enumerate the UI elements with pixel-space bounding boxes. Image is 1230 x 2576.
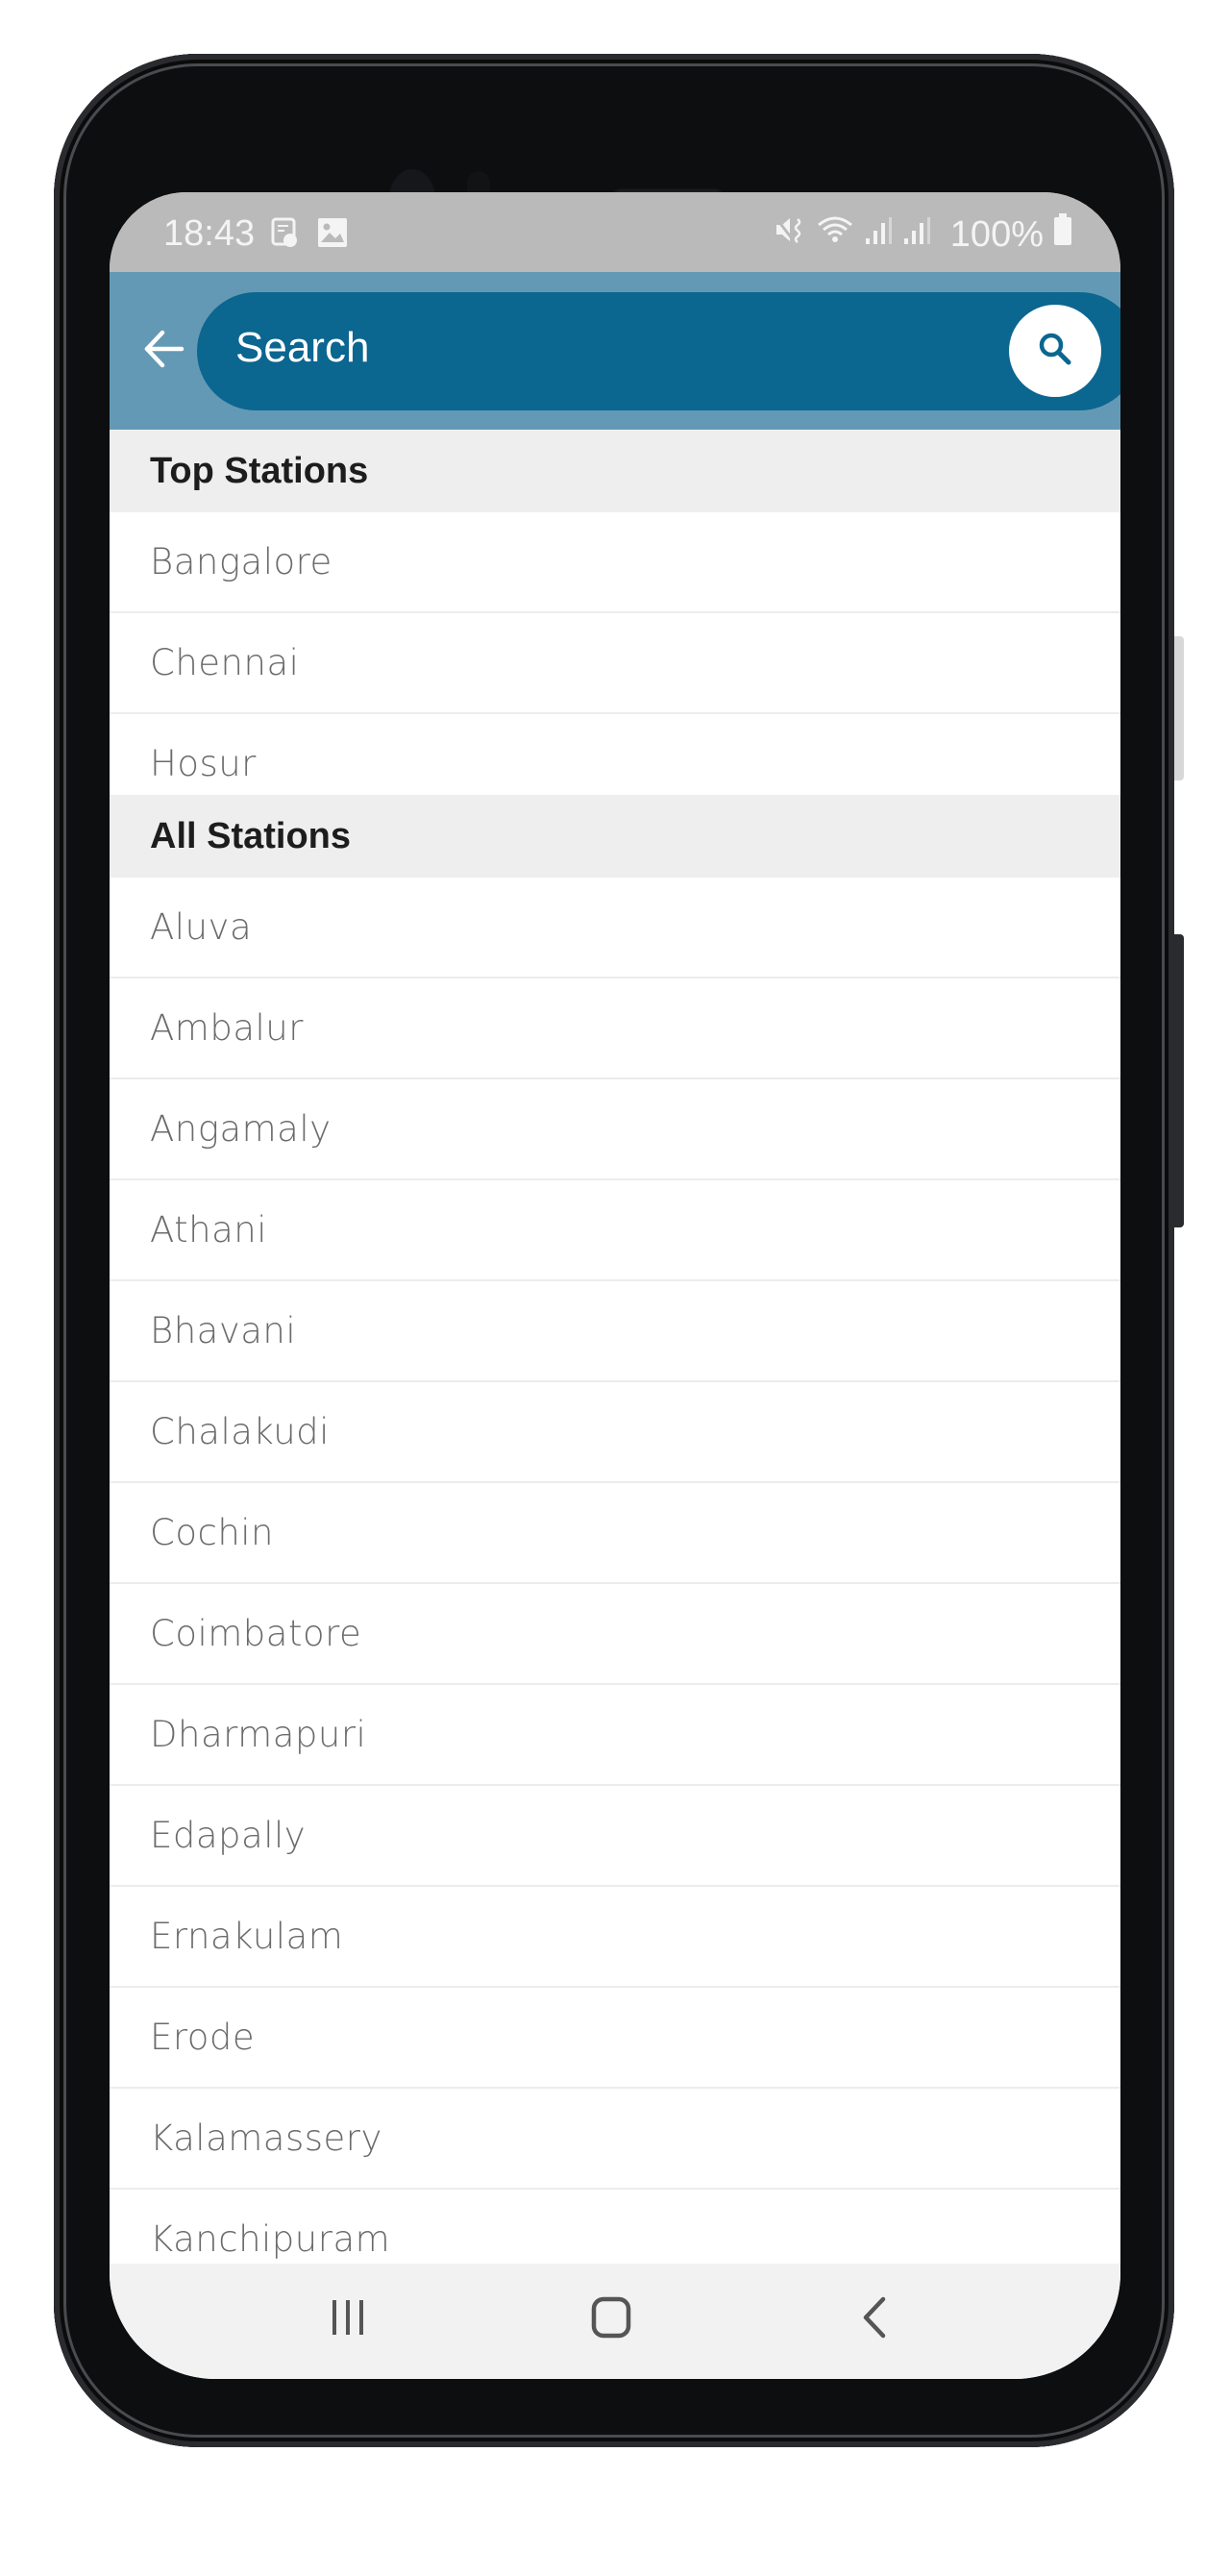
home-icon xyxy=(590,2295,632,2344)
status-time: 18:43 xyxy=(163,213,256,254)
list-item[interactable]: Ambalur xyxy=(110,978,1120,1079)
list-item[interactable]: Dharmapuri xyxy=(110,1685,1120,1786)
status-bar: 18:43 100% xyxy=(110,192,1120,272)
list-item[interactable]: Coimbatore xyxy=(110,1584,1120,1685)
list-item[interactable]: Athani xyxy=(110,1180,1120,1281)
back-button[interactable] xyxy=(133,320,194,382)
system-back-button[interactable] xyxy=(836,2291,913,2348)
list-item[interactable]: Bhavani xyxy=(110,1281,1120,1382)
search-icon xyxy=(1036,330,1074,373)
search-input[interactable] xyxy=(234,323,987,373)
app-bar xyxy=(110,272,1120,430)
battery-icon xyxy=(1053,213,1072,256)
station-list: Top Stations Bangalore Chennai Hosur All… xyxy=(110,430,1120,2264)
status-right-group: 100% xyxy=(774,213,1072,256)
list-item[interactable]: Hosur xyxy=(110,714,1120,795)
battery-percent: 100% xyxy=(949,213,1044,255)
section-header-top-stations: Top Stations xyxy=(110,430,1120,512)
section-header-all-stations: All Stations xyxy=(110,795,1120,878)
list-item[interactable]: Bangalore xyxy=(110,512,1120,613)
arrow-left-icon xyxy=(141,327,185,376)
power-button xyxy=(1174,934,1184,1227)
search-bar xyxy=(197,292,1120,410)
signal-icon xyxy=(902,214,931,256)
mute-vibrate-icon xyxy=(774,213,806,256)
task-check-icon xyxy=(271,217,298,253)
recent-apps-button[interactable] xyxy=(309,2291,386,2348)
home-button[interactable] xyxy=(573,2291,650,2348)
phone-screen: 18:43 100% Search Top Stations Bangalore… xyxy=(110,192,1120,2379)
recent-apps-icon xyxy=(329,2296,367,2343)
list-item[interactable]: Edapally xyxy=(110,1786,1120,1887)
list-item[interactable]: Erode xyxy=(110,1988,1120,2089)
image-icon xyxy=(317,217,348,253)
list-item[interactable]: Chennai xyxy=(110,613,1120,714)
list-item[interactable]: Aluva xyxy=(110,878,1120,978)
back-icon xyxy=(858,2295,891,2344)
system-nav-bar xyxy=(110,2264,1120,2379)
list-item[interactable]: Kalamassery xyxy=(110,2089,1120,2190)
signal-icon xyxy=(864,214,893,256)
list-item[interactable]: Angamaly xyxy=(110,1079,1120,1180)
list-item[interactable]: Kanchipuram xyxy=(110,2190,1120,2264)
list-item[interactable]: Cochin xyxy=(110,1483,1120,1584)
volume-button xyxy=(1174,636,1184,780)
wifi-icon xyxy=(816,213,854,256)
list-item[interactable]: Ernakulam xyxy=(110,1887,1120,1988)
list-item[interactable]: Chalakudi xyxy=(110,1382,1120,1483)
search-button[interactable] xyxy=(1009,305,1101,397)
